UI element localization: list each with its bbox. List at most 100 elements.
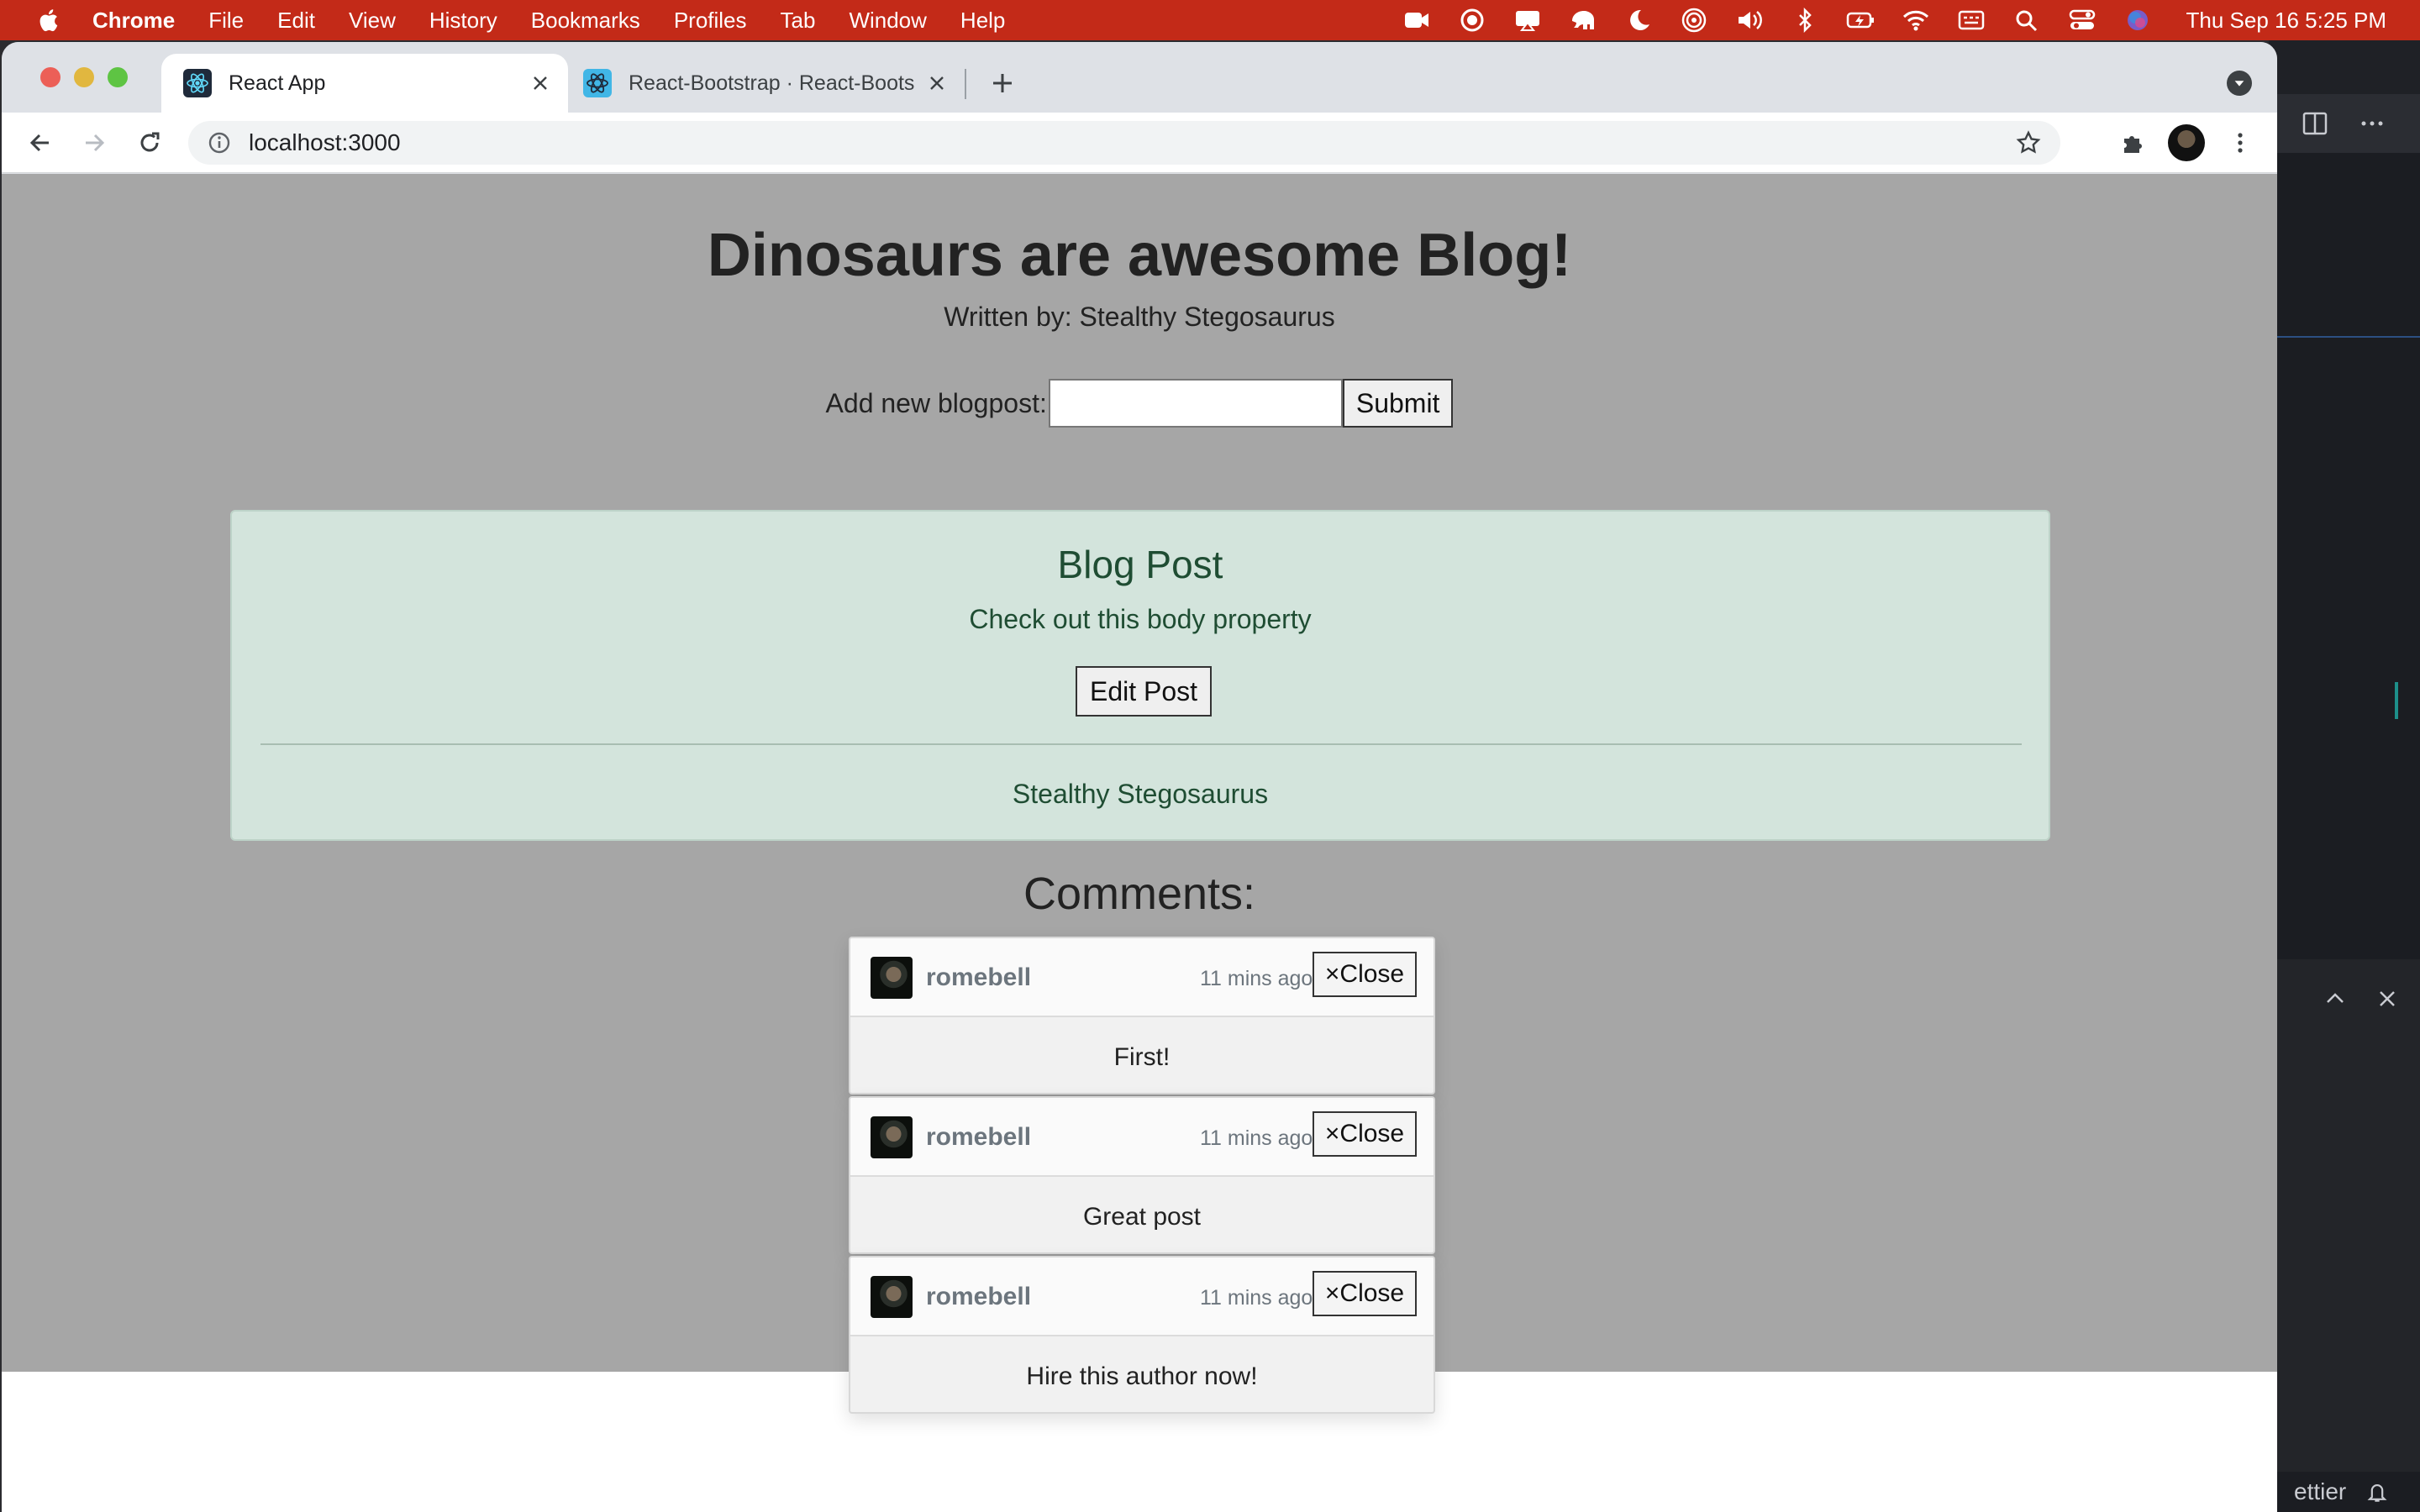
reload-icon [140,132,160,152]
comment-toast: romebell 11 mins ago ×Close Great post [849,1096,1435,1254]
back-button[interactable] [25,128,55,158]
apple-icon[interactable] [37,8,59,33]
macos-menu-bar: Chrome File Edit View History Bookmarks … [0,0,2420,40]
new-post-label: Add new blogpost: [825,387,1047,418]
tab-search-button[interactable] [2227,71,2252,96]
profile-avatar[interactable] [2168,124,2205,161]
comment-username: romebell [926,1123,1032,1151]
menu-tab[interactable]: Tab [781,8,816,34]
comment-text: First! [1113,1043,1171,1071]
arrow-left-icon [29,134,49,152]
page-title: Dinosaurs are awesome Blog! [707,222,1572,289]
zoom-icon[interactable] [1402,8,1432,33]
comment-toast: romebell 11 mins ago ×Close Hire this au… [849,1256,1435,1414]
comment-username: romebell [926,1283,1032,1310]
moon-icon[interactable] [1623,8,1654,33]
airplay-icon[interactable] [1512,8,1543,33]
avatar [871,1276,913,1318]
comment-username: romebell [926,963,1032,991]
avatar [871,1116,913,1158]
plus-icon [993,74,1012,92]
avatar [871,957,913,999]
new-tab-button[interactable] [985,66,1020,101]
menu-bookmarks[interactable]: Bookmarks [531,8,640,34]
menu-window[interactable]: Window [849,8,926,34]
tab-title: React App [229,71,326,95]
close-panel-icon[interactable] [2373,984,2402,1013]
prettier-status[interactable]: ettier [2294,1478,2346,1505]
menu-file[interactable]: File [208,8,244,34]
siri-icon[interactable] [2123,8,2153,33]
info-icon[interactable] [207,130,232,155]
keyboard-icon[interactable] [1956,8,1986,33]
window-minimize-button[interactable] [74,67,94,87]
puzzle-icon [2124,136,2142,153]
browser-toolbar: localhost:3000 [2,113,2277,173]
menu-help[interactable]: Help [960,8,1005,34]
extensions-button[interactable] [2118,128,2148,158]
address-bar[interactable]: localhost:3000 [188,121,2060,165]
menubar-clock[interactable]: Thu Sep 16 5:25 PM [2186,8,2386,34]
close-comment-button[interactable]: ×Close [1313,1111,1417,1157]
reload-button[interactable] [134,128,165,158]
chrome-window: React App React-Bootstrap · React-Boots [2,42,2277,1512]
react-bootstrap-icon [583,69,612,97]
bookmark-star-icon[interactable] [2015,129,2042,156]
menu-history[interactable]: History [429,8,497,34]
url-text[interactable]: localhost:3000 [249,129,401,156]
comment-toast: romebell 11 mins ago ×Close First! [849,937,1435,1095]
toast-header: romebell 11 mins ago ×Close [850,938,1434,1017]
forward-button[interactable] [79,128,109,158]
editor-gutter-mark [2395,682,2398,719]
react-icon [183,69,212,97]
menu-view[interactable]: View [349,8,396,34]
window-close-button[interactable] [40,67,60,87]
close-comment-button[interactable]: ×Close [1313,952,1417,997]
author-line: Written by: Stealthy Stegosaurus [944,302,1335,332]
close-comment-button[interactable]: ×Close [1313,1271,1417,1316]
bluetooth-icon[interactable] [1790,8,1820,33]
toast-header: romebell 11 mins ago ×Close [850,1257,1434,1336]
tab-close-icon[interactable] [924,71,950,96]
editor-content [2269,153,2420,959]
tab-react-app[interactable]: React App [161,54,568,113]
kebab-menu-icon [2238,133,2243,153]
wifi-icon[interactable] [1901,8,1931,33]
card-divider [260,743,2022,745]
toast-header: romebell 11 mins ago ×Close [850,1098,1434,1177]
tab-close-icon[interactable] [528,71,553,96]
browser-menu-button[interactable] [2225,128,2255,158]
comments-heading: Comments: [1023,869,1256,919]
record-icon[interactable] [1457,8,1487,33]
chevron-up-icon[interactable] [2321,984,2349,1013]
new-post-input[interactable] [1048,379,1343,428]
editor-bottom-panel [2269,959,2420,1478]
editor-status-bar: ettier [2269,1472,2420,1512]
edit-post-button[interactable]: Edit Post [1076,666,1212,717]
window-zoom-button[interactable] [108,67,128,87]
spotlight-icon[interactable] [2012,8,2042,33]
menu-profiles[interactable]: Profiles [674,8,747,34]
menu-app-chrome[interactable]: Chrome [92,8,175,34]
arrow-right-icon [86,134,105,152]
more-icon[interactable] [2358,109,2386,138]
menu-edit[interactable]: Edit [277,8,315,34]
submit-button[interactable]: Submit [1342,379,1454,428]
airdrop-icon[interactable] [1679,8,1709,33]
comment-time: 11 mins ago [1200,1286,1313,1310]
chevron-down-icon [2234,81,2244,87]
tab-react-bootstrap[interactable]: React-Bootstrap · React-Boots [570,54,965,113]
tab-separator [965,69,966,99]
menubar-status-area: Thu Sep 16 5:25 PM [1402,0,2386,40]
comment-time: 11 mins ago [1200,967,1313,990]
post-title: Blog Post [1057,543,1223,586]
comment-text: Hire this author now! [1026,1362,1258,1390]
volume-icon[interactable] [1734,8,1765,33]
post-author: Stealthy Stegosaurus [1012,779,1269,809]
bell-icon[interactable] [2365,1479,2390,1504]
control-center-icon[interactable] [2067,8,2097,33]
comment-time: 11 mins ago [1200,1126,1313,1150]
split-editor-icon[interactable] [2301,109,2329,138]
new-post-form: Add new blogpost: Submit [2,379,2277,428]
elephant-icon[interactable] [1568,8,1598,33]
